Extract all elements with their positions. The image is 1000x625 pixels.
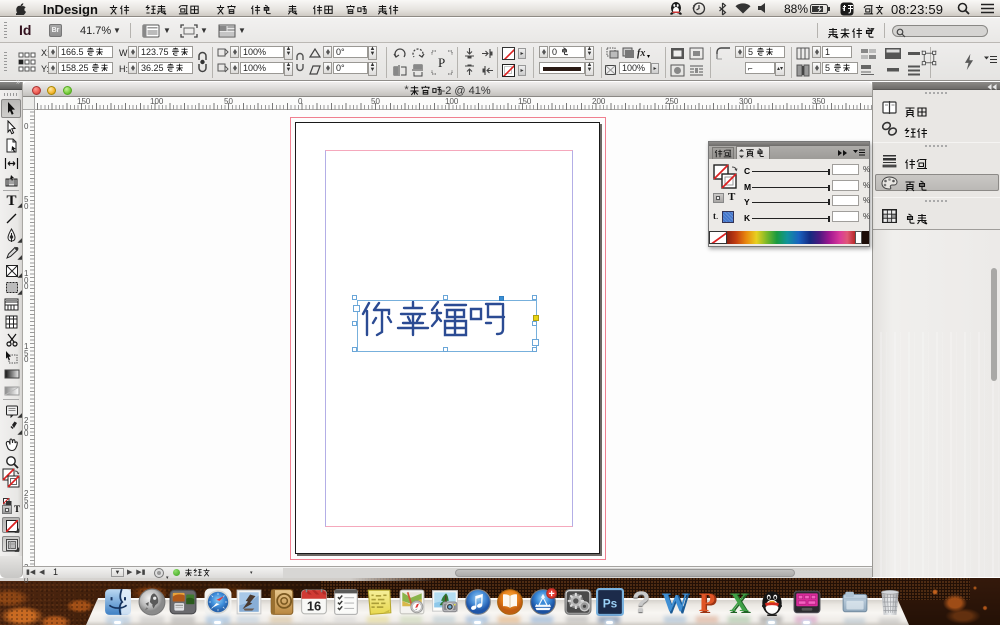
svg-text:X: X — [729, 588, 749, 616]
svg-text:P: P — [699, 588, 715, 616]
svg-text:W: W — [662, 588, 688, 616]
svg-text:P: P — [438, 55, 445, 70]
svg-text:16: 16 — [307, 598, 321, 613]
svg-text:Ps: Ps — [603, 596, 618, 610]
